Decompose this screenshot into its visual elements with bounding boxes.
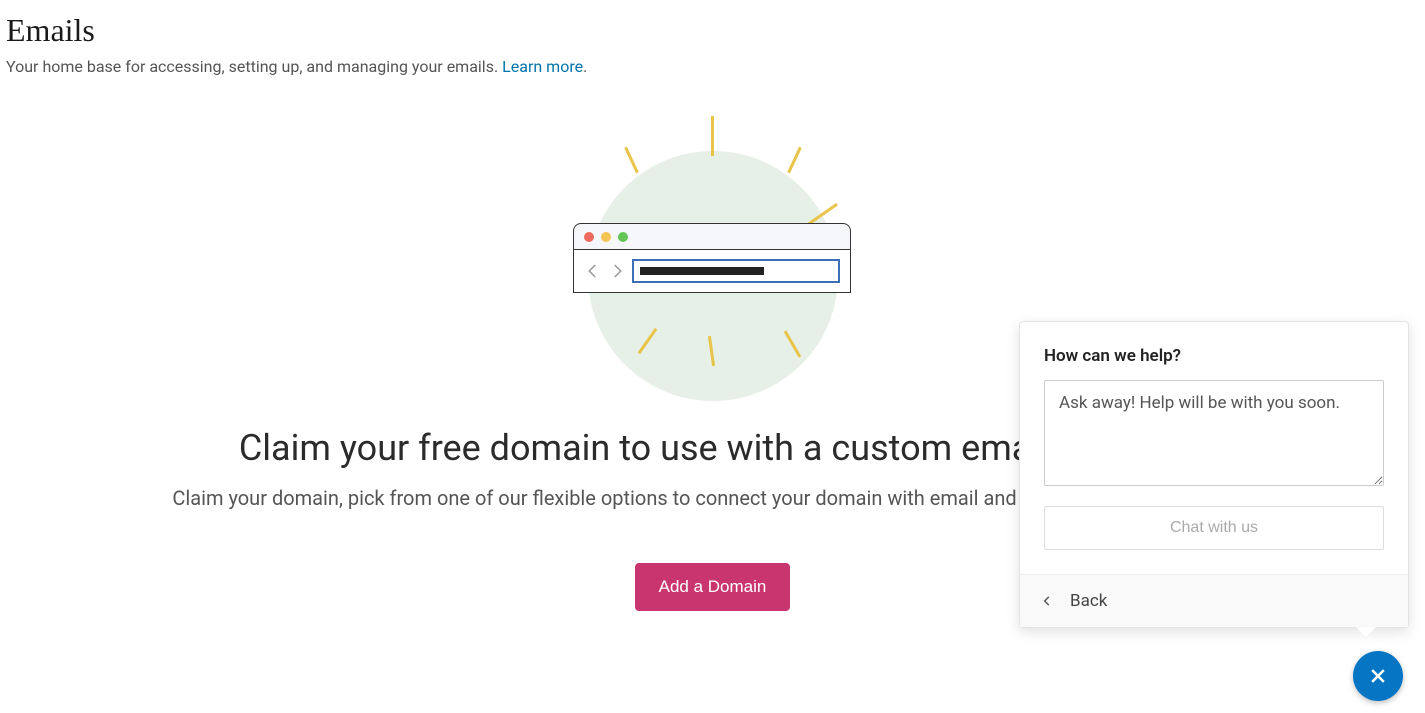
subtitle-text: Your home base for accessing, setting up… [6, 57, 502, 76]
address-bar-icon [632, 259, 840, 283]
back-label: Back [1070, 591, 1107, 611]
traffic-light-green-icon [618, 232, 628, 242]
help-panel: How can we help? Chat with us Back [1019, 321, 1409, 628]
domain-illustration [548, 111, 878, 411]
traffic-light-yellow-icon [601, 232, 611, 242]
close-icon [1368, 666, 1388, 686]
arrow-left-icon [584, 262, 602, 280]
back-button[interactable]: Back [1020, 574, 1408, 627]
add-domain-button[interactable]: Add a Domain [635, 563, 791, 611]
subtitle-suffix: . [583, 57, 587, 76]
browser-icon [573, 223, 851, 293]
page-title: Emails [0, 0, 1425, 49]
learn-more-link[interactable]: Learn more [502, 57, 583, 76]
page-subtitle: Your home base for accessing, setting up… [0, 49, 1425, 76]
close-help-button[interactable] [1353, 651, 1403, 701]
traffic-light-red-icon [584, 232, 594, 242]
help-input[interactable] [1044, 380, 1384, 486]
arrow-right-icon [608, 262, 626, 280]
help-title: How can we help? [1044, 346, 1384, 366]
chevron-left-icon [1040, 594, 1054, 608]
chat-with-us-button[interactable]: Chat with us [1044, 506, 1384, 550]
